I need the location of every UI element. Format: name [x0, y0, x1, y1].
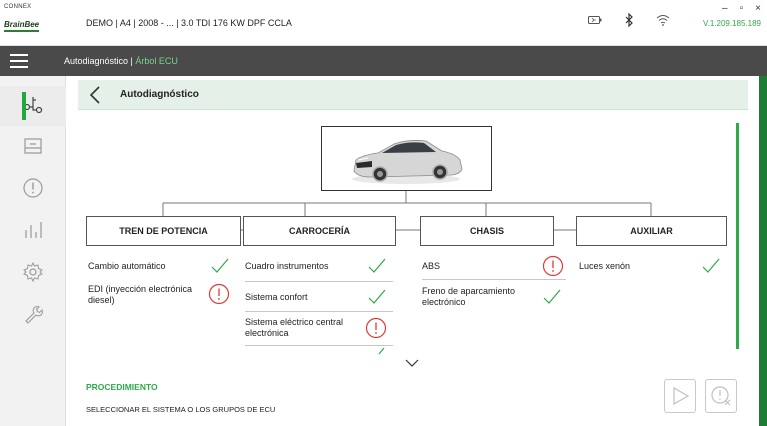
tree-connectors	[162, 191, 652, 231]
category-body[interactable]: CARROCERÍA	[243, 216, 396, 246]
powertrain-list: Cambio automático EDI (inyección electró…	[88, 254, 238, 314]
item-label: EDI (inyección electrónica diesel)	[88, 284, 193, 305]
list-item[interactable]: Sistema eléctrico central electrónica	[245, 312, 393, 346]
clear-alert-icon	[711, 386, 731, 406]
item-label: Sistema eléctrico central electrónica	[245, 317, 344, 338]
error-alert-icon	[542, 255, 564, 279]
list-item[interactable]: Sistema confort	[245, 282, 393, 312]
list-item[interactable]	[245, 346, 393, 356]
ok-check-icon	[367, 288, 387, 308]
vertical-scrollbar[interactable]	[736, 123, 739, 349]
scroll-down-button[interactable]	[404, 355, 420, 373]
item-label: Sistema confort	[245, 292, 308, 302]
ok-check-icon	[210, 257, 230, 277]
play-icon	[673, 386, 690, 406]
item-label: ABS	[422, 261, 441, 271]
category-chassis[interactable]: CHASIS	[420, 216, 554, 246]
ok-check-icon	[701, 257, 721, 277]
auxiliary-list: Luces xenón	[579, 254, 727, 280]
start-button[interactable]	[664, 379, 696, 413]
ok-check-icon	[367, 257, 387, 277]
error-alert-icon	[365, 317, 387, 341]
ok-check-icon	[369, 346, 385, 356]
chassis-list: ABS Freno de aparcamiento electrónico	[422, 254, 570, 314]
list-item[interactable]: Cuadro instrumentos	[245, 254, 393, 282]
list-item[interactable]: Luces xenón	[579, 254, 727, 280]
procedure-text: SELECCIONAR EL SISTEMA O LOS GRUPOS DE E…	[86, 405, 276, 414]
item-label: Freno de aparcamiento electrónico	[422, 286, 516, 307]
list-item[interactable]: ABS	[422, 254, 566, 280]
body-list: Cuadro instrumentos Sistema confort Sist…	[245, 254, 393, 356]
item-label: Cambio automático	[88, 261, 166, 271]
item-label: Luces xenón	[579, 261, 631, 271]
ok-check-icon	[542, 288, 562, 308]
error-alert-icon	[208, 283, 230, 307]
category-powertrain[interactable]: TREN DE POTENCIA	[86, 216, 241, 246]
procedure-title: PROCEDIMIENTO	[86, 382, 158, 392]
chevron-down-icon	[405, 359, 419, 367]
category-auxiliary[interactable]: AUXILIAR	[576, 216, 727, 246]
list-item[interactable]: Freno de aparcamiento electrónico	[422, 280, 570, 314]
item-label: Cuadro instrumentos	[245, 261, 329, 271]
list-item[interactable]: EDI (inyección electrónica diesel)	[88, 280, 238, 314]
clear-errors-button[interactable]	[705, 379, 737, 413]
list-item[interactable]: Cambio automático	[88, 254, 238, 280]
